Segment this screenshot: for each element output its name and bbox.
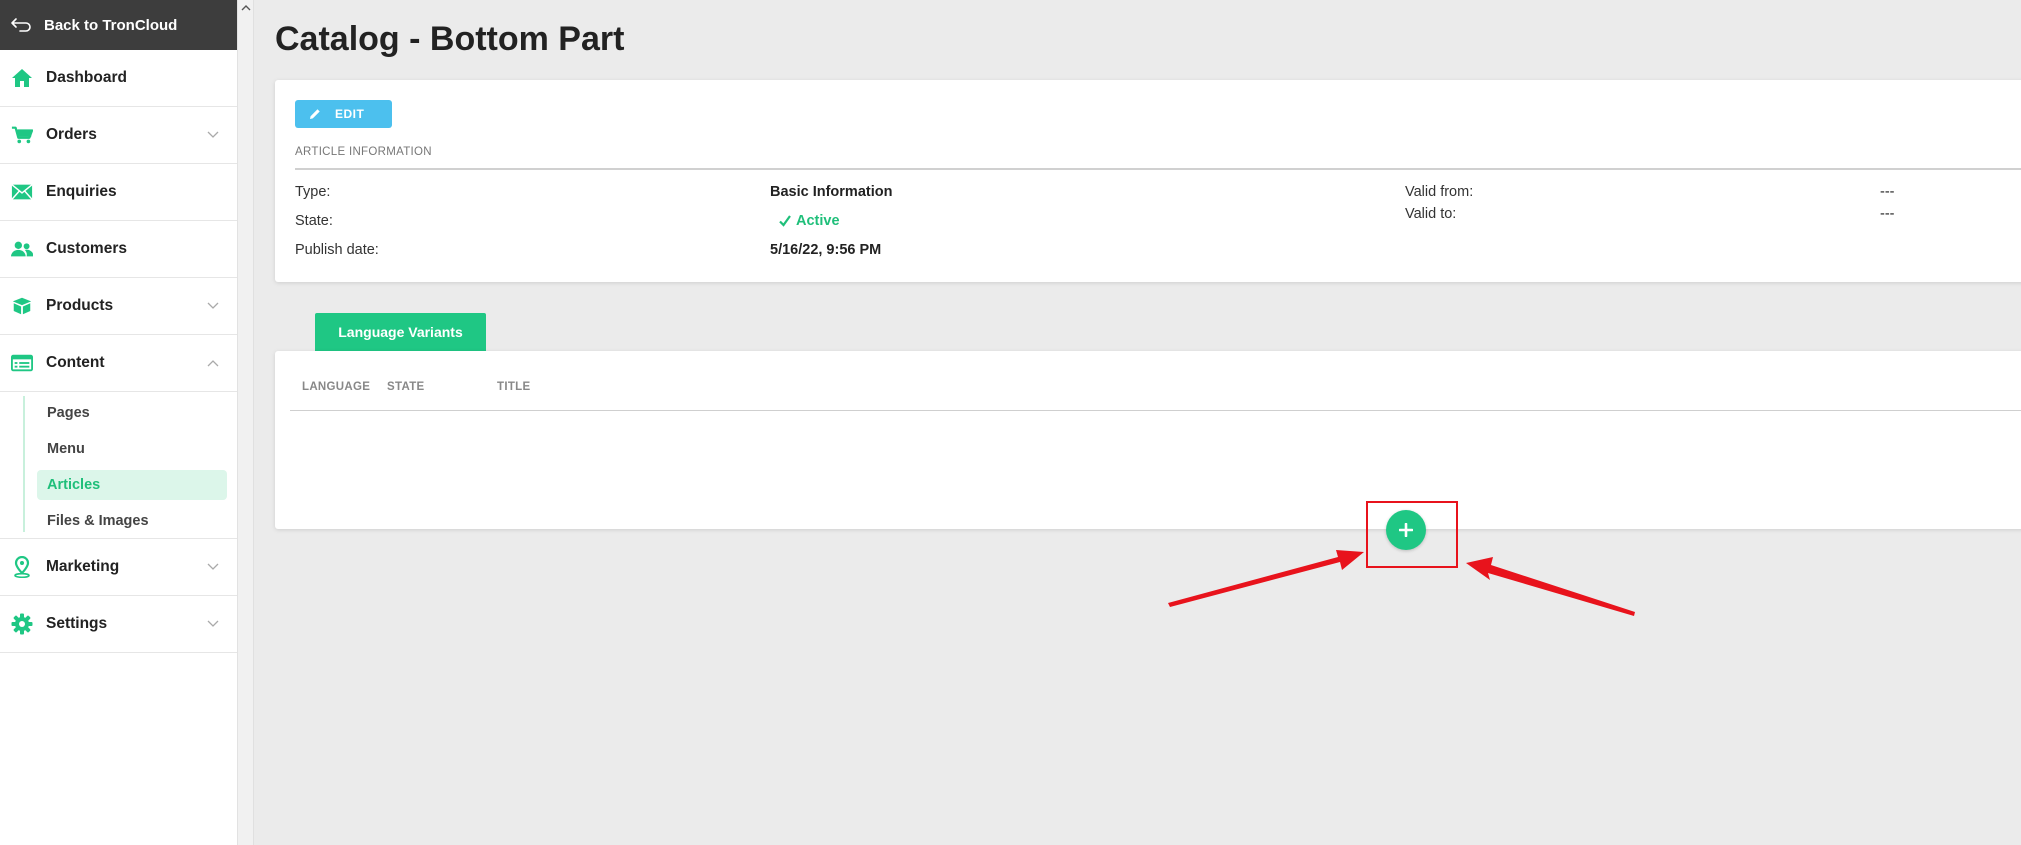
location-pin-icon: [11, 556, 33, 578]
chevron-up-icon: [207, 360, 219, 367]
tab-language-variants[interactable]: Language Variants: [315, 313, 486, 351]
section-divider: [295, 168, 2021, 170]
column-header-title[interactable]: TITLE: [497, 381, 530, 393]
annotation-arrow-right: [1466, 557, 1635, 616]
pencil-icon: [310, 109, 320, 119]
cart-icon: [11, 124, 33, 146]
sidebar: Back to TronCloud Dashboard Orders Enqui…: [0, 0, 238, 845]
sidebar-subitem-pages[interactable]: Pages: [0, 395, 237, 431]
chevron-down-icon: [207, 302, 219, 309]
sidebar-item-label: Content: [46, 354, 105, 371]
back-arrow-icon: [11, 18, 31, 32]
publish-date-value: 5/16/22, 9:56 PM: [770, 242, 882, 258]
sidebar-item-settings[interactable]: Settings: [0, 596, 237, 653]
checkmark-icon: [779, 215, 791, 227]
sidebar-item-marketing[interactable]: Marketing: [0, 539, 237, 596]
edit-label: EDIT: [335, 107, 365, 121]
sidebar-item-label: Orders: [46, 126, 97, 143]
box-icon: [11, 295, 33, 317]
sidebar-subitem-articles[interactable]: Articles: [0, 467, 237, 503]
section-label: ARTICLE INFORMATION: [295, 146, 432, 158]
content-icon: [11, 352, 33, 374]
page-title: Catalog - Bottom Part: [275, 20, 625, 58]
valid-from-value: ---: [1880, 184, 1895, 200]
sidebar-item-content[interactable]: Content: [0, 335, 237, 392]
sidebar-item-label: Customers: [46, 240, 127, 257]
chevron-down-icon: [207, 563, 219, 570]
sidebar-subitem-files-images[interactable]: Files & Images: [0, 503, 237, 539]
sidebar-item-enquiries[interactable]: Enquiries: [0, 164, 237, 221]
back-label: Back to TronCloud: [44, 16, 178, 34]
sidebar-item-dashboard[interactable]: Dashboard: [0, 50, 237, 107]
valid-from-label: Valid from:: [1405, 184, 1474, 200]
gear-icon: [11, 613, 33, 635]
annotation-arrow-left: [1168, 550, 1364, 607]
sidebar-scrollbar[interactable]: [238, 0, 254, 845]
language-variants-card: LANGUAGE STATE TITLE: [275, 351, 2021, 529]
sidebar-item-label: Products: [46, 297, 114, 314]
table-header-divider: [290, 410, 2021, 411]
content-subnav: Pages Menu Articles Files & Images: [0, 392, 237, 539]
column-header-state[interactable]: STATE: [387, 381, 425, 393]
home-icon: [11, 67, 33, 89]
publish-date-label: Publish date:: [295, 242, 379, 258]
scroll-up-arrow-icon[interactable]: [241, 4, 251, 11]
edit-button[interactable]: EDIT: [295, 100, 392, 128]
sidebar-item-orders[interactable]: Orders: [0, 107, 237, 164]
sidebar-subitem-menu[interactable]: Menu: [0, 431, 237, 467]
valid-to-label: Valid to:: [1405, 206, 1457, 222]
column-header-language[interactable]: LANGUAGE: [302, 381, 370, 393]
chevron-down-icon: [207, 620, 219, 627]
state-value: Active: [778, 213, 840, 229]
back-to-troncloud-link[interactable]: Back to TronCloud: [0, 0, 237, 50]
valid-to-value: ---: [1880, 206, 1895, 222]
state-label: State:: [295, 213, 333, 229]
sidebar-item-label: Dashboard: [46, 69, 127, 86]
sidebar-item-products[interactable]: Products: [0, 278, 237, 335]
chevron-down-icon: [207, 131, 219, 138]
sidebar-item-label: Settings: [46, 615, 108, 632]
annotation-highlight-box: [1366, 501, 1458, 568]
sidebar-item-label: Enquiries: [46, 183, 117, 200]
type-label: Type:: [295, 184, 331, 200]
sidebar-item-label: Marketing: [46, 558, 120, 575]
sidebar-item-customers[interactable]: Customers: [0, 221, 237, 278]
users-icon: [11, 238, 33, 260]
article-info-card: EDIT ARTICLE INFORMATION Type: Basic Inf…: [275, 80, 2021, 282]
envelope-icon: [11, 181, 33, 203]
type-value: Basic Information: [770, 184, 893, 200]
